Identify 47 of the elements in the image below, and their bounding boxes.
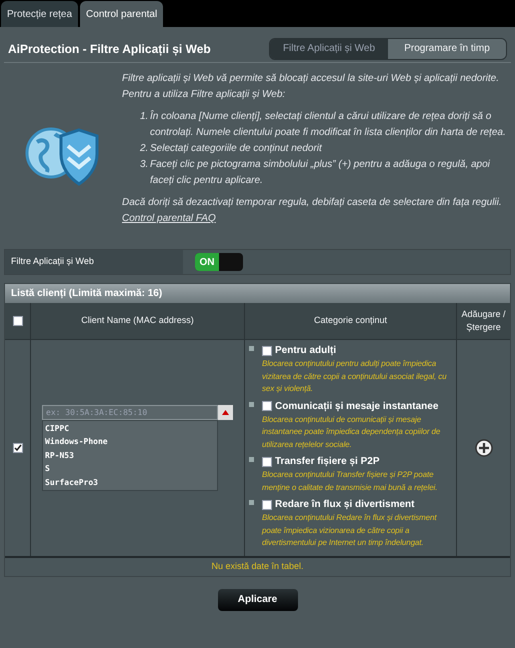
step-text: În coloana [Nume clienți], selectați clientul a cărui utilizare de rețea doriți să o controlați. Numele clientului poate fi modificat în lista clienților din harta de rețea.: [150, 109, 507, 140]
column-header: Client Name (MAC address): [81, 314, 194, 328]
checkbox[interactable]: [262, 401, 272, 411]
client-option[interactable]: RP-N53: [43, 448, 217, 462]
client-option[interactable]: S: [43, 462, 217, 476]
segment-tab[interactable]: Filtre Aplicații și Web: [270, 38, 388, 58]
category-label: Pentru adulți: [275, 344, 336, 358]
add-icon[interactable]: [474, 438, 492, 457]
apply-button[interactable]: Aplicare: [218, 588, 298, 610]
tab[interactable]: Control parental: [80, 1, 164, 27]
intro-text: Pentru a utiliza Filtre aplicații și Web:: [122, 88, 286, 102]
intro-text: Filtre aplicații și Web vă permite să blocați accesul la site-uri Web și aplicații nedorite.: [122, 72, 500, 86]
empty-table-message: Nu există date în tabel.: [211, 560, 304, 573]
client-option[interactable]: CIPPC: [43, 422, 217, 435]
note-text: Dacă doriți să dezactivați temporar regula, debifați caseta de selectare din fața regulii.: [122, 196, 503, 210]
tab[interactable]: Protecție rețea: [1, 1, 78, 27]
segment-tab[interactable]: Programare în timp: [388, 38, 506, 58]
column-header: Categorie conținut: [314, 314, 388, 328]
step-number: 1.: [140, 110, 150, 124]
checkbox[interactable]: [12, 316, 22, 326]
step-number: 2.: [140, 142, 150, 156]
category-label: Transfer fișiere și P2P: [275, 455, 380, 469]
expand-icon[interactable]: [249, 402, 254, 406]
category-description: Blocarea conținutului de comunicații și mesaje instantanee poate împiedica dependența copiilor de utilizarea rețelelor sociale.: [262, 414, 442, 451]
table-title-bar: Listă clienți (Limită maximă: 16): [5, 284, 510, 303]
client-option[interactable]: Windows-Phone: [43, 435, 217, 448]
category-description: Blocarea conținutului Redare în flux și divertisment poate împiedica vizionarea de către copii a divertismentului pe Internet un timp îndelungat.: [262, 512, 438, 549]
mac-input-field[interactable]: ex: 30:5A:3A:EC:85:10: [42, 404, 218, 420]
checkbox[interactable]: [262, 346, 272, 356]
client-option[interactable]: SurfacePro3: [43, 476, 217, 489]
checkbox[interactable]: [12, 442, 22, 453]
faq-link[interactable]: Control parental FAQ: [122, 213, 216, 224]
checkbox[interactable]: [262, 456, 272, 466]
category-label: Redare în flux și divertisment: [275, 498, 414, 512]
column-header: Adăugare / Ștergere: [460, 308, 507, 334]
toggle-switch[interactable]: ON: [195, 253, 243, 271]
page-title: AiProtection - Filtre Aplicații și Web: [8, 40, 211, 58]
category-label: Comunicații și mesaje instantanee: [275, 400, 438, 414]
step-number: 3.: [140, 158, 150, 172]
step-text: Faceți clic pe pictograma simbolului „plus” (+) pentru a adăuga o regulă, apoi faceți clic pentru aplicare.: [150, 158, 491, 188]
step-text: Selectați categoriile de conținut nedorit: [150, 142, 322, 156]
checkbox[interactable]: [262, 500, 272, 510]
category-description: Blocarea conținutului Transfer fișiere și P2P poate menține o calitate de transmisie mai bună a rețelei.: [262, 469, 438, 494]
dropdown-toggle-button[interactable]: [218, 404, 233, 420]
caret-up-icon: [222, 410, 229, 414]
setting-label: Filtre Aplicații și Web: [5, 250, 183, 274]
category-description: Blocarea conținutului pentru adulți poate împiedica vizitarea de către copii a conținutului asociat ilegal, cu sex și violență.: [262, 358, 448, 395]
